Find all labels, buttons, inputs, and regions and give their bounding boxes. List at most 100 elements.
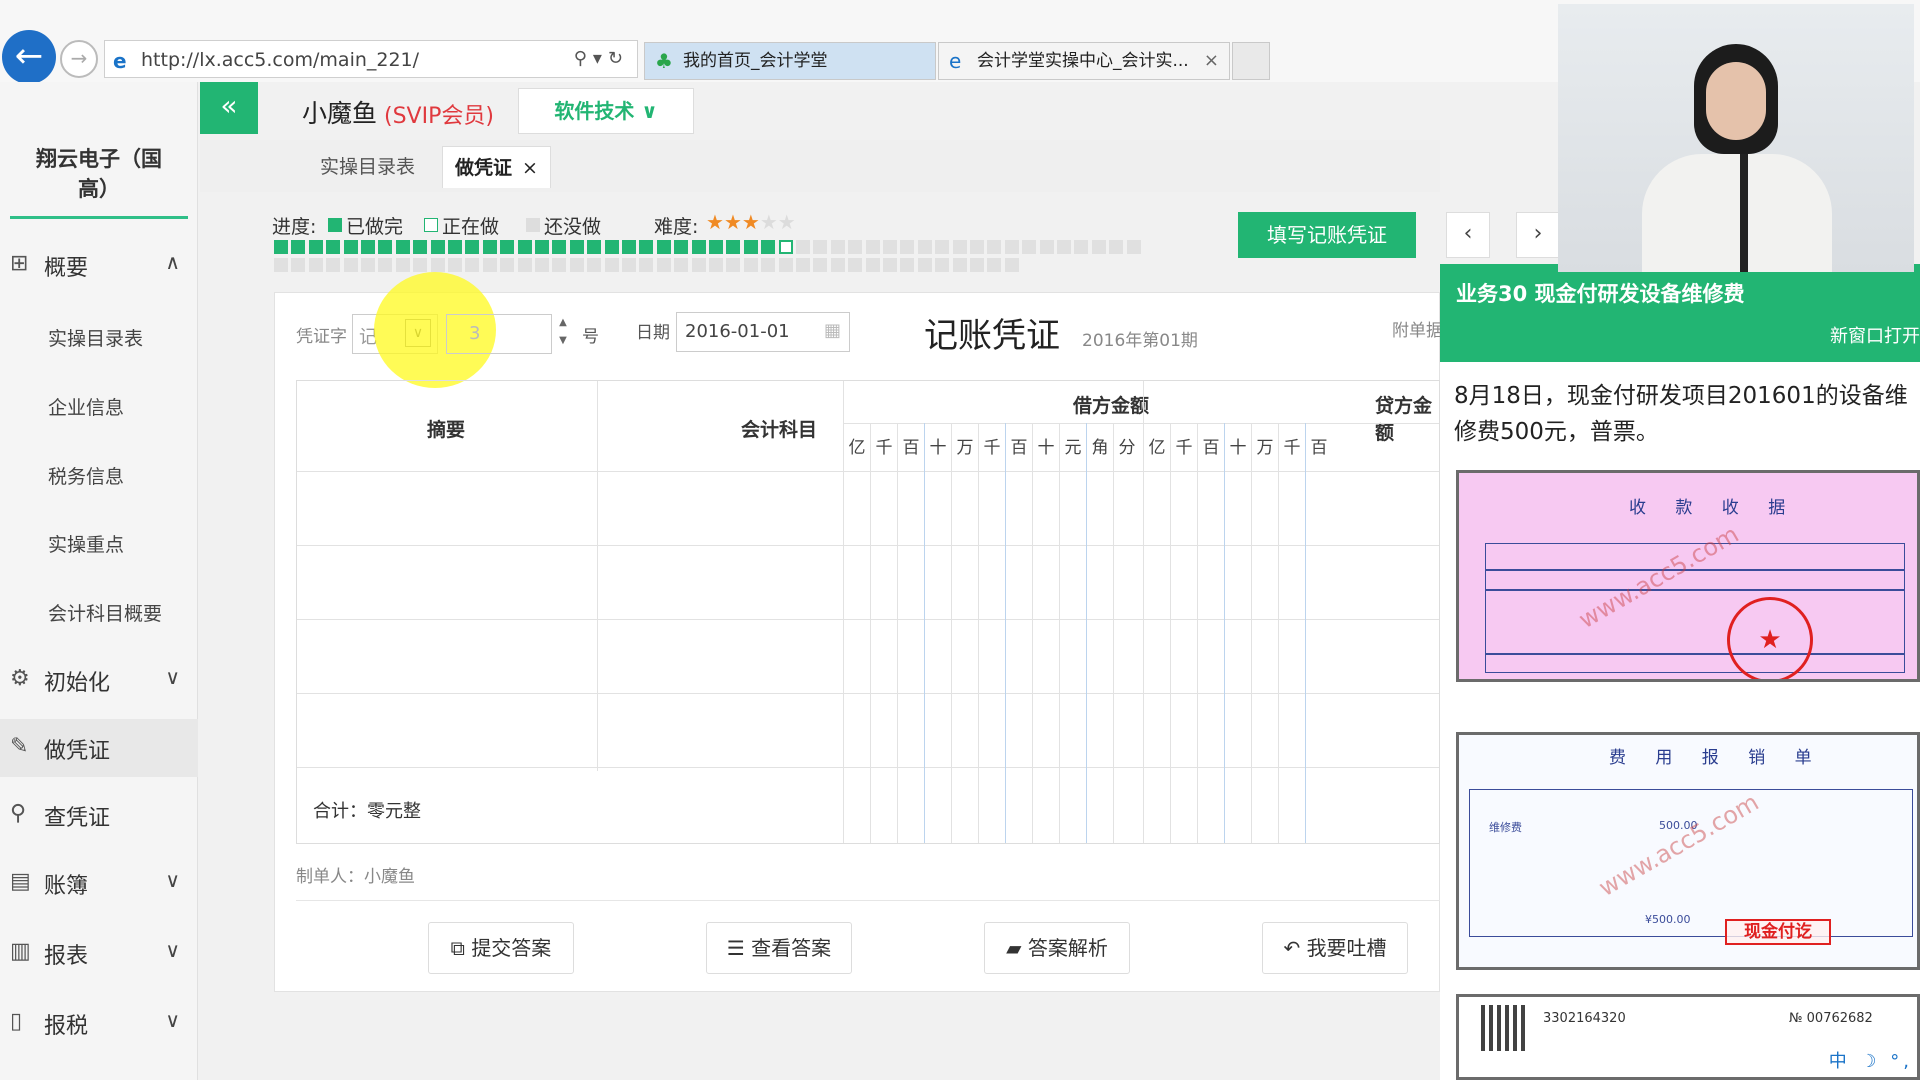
sidebar-item-overview[interactable]: ⊞ 概要 ∧ [0,236,198,294]
progress-cell[interactable] [1057,240,1071,254]
progress-cell[interactable] [709,240,723,254]
progress-cell[interactable] [639,240,654,254]
sidebar-item-make-voucher[interactable]: ✎ 做凭证 [0,719,198,777]
progress-cell[interactable] [430,240,445,254]
progress-cell[interactable] [830,240,845,254]
progress-cell[interactable] [1004,258,1019,272]
progress-cell[interactable] [1091,240,1106,254]
sidebar-item-reports[interactable]: ▥ 报表 ∨ [0,924,198,982]
sidebar-subitem-catalog[interactable]: 实操目录表 [48,324,143,351]
progress-cell[interactable] [361,240,375,254]
progress-cell[interactable] [604,258,619,272]
progress-cell[interactable] [395,240,410,254]
progress-cell[interactable] [308,240,323,254]
sidebar-subitem-key-points[interactable]: 实操重点 [48,530,124,557]
prev-task-button[interactable]: ‹ [1446,212,1490,258]
progress-cell[interactable] [709,258,723,272]
address-bar[interactable]: e http://lx.acc5.com/main_221/ ⚲▾↻ [104,40,638,78]
progress-cell[interactable] [691,258,706,272]
collapse-sidebar-button[interactable]: « [200,82,258,134]
progress-cell[interactable] [482,258,497,272]
progress-cell[interactable] [413,258,428,272]
sidebar-item-query-voucher[interactable]: ⚲ 查凭证 [0,786,198,844]
url-text[interactable]: http://lx.acc5.com/main_221/ [141,49,419,71]
progress-cell[interactable] [517,258,532,272]
progress-cell[interactable] [569,240,584,254]
progress-cell[interactable] [326,258,341,272]
progress-cell[interactable] [761,240,776,254]
progress-cell[interactable] [343,258,358,272]
progress-cell[interactable] [830,258,845,272]
progress-cell[interactable] [378,258,393,272]
progress-cell[interactable] [274,258,288,272]
browser-tab-practice[interactable]: e 会计学堂实操中心_会计实... × [938,42,1230,80]
tab-catalog[interactable]: 实操目录表 [308,146,427,188]
back-arrow-icon[interactable]: ← [2,30,56,84]
progress-cell[interactable] [482,240,497,254]
answer-analysis-button[interactable]: ▰ 答案解析 [984,922,1130,974]
progress-cell[interactable] [1109,240,1124,254]
progress-cell[interactable] [917,240,932,254]
fill-voucher-button[interactable]: 填写记账凭证 [1238,212,1416,258]
progress-cell[interactable] [587,258,602,272]
progress-cell[interactable] [1126,240,1141,254]
progress-cell[interactable] [778,258,793,272]
progress-cell[interactable] [900,258,915,272]
progress-cell[interactable] [674,240,689,254]
progress-cell[interactable] [517,240,532,254]
progress-cell[interactable] [291,258,306,272]
progress-cell[interactable] [622,240,636,254]
progress-cell[interactable] [274,240,288,254]
progress-cell[interactable] [726,258,741,272]
progress-cell[interactable] [813,240,828,254]
progress-cell[interactable] [552,240,567,254]
feedback-button[interactable]: ↶ 我要吐槽 [1262,922,1408,974]
sidebar-item-tax-filing[interactable]: ▯ 报税 ∨ [0,994,198,1052]
progress-cell[interactable] [395,258,410,272]
progress-cell[interactable] [952,240,967,254]
progress-cell[interactable] [326,240,341,254]
number-stepper[interactable]: ▲ ▼ [552,314,574,354]
expense-report-image[interactable]: 费 用 报 销 单 维修费 500.00 ¥500.00 www.acc5.co… [1456,732,1920,970]
progress-cell[interactable] [361,258,375,272]
progress-cell[interactable] [935,240,950,254]
progress-cell[interactable] [587,240,602,254]
invoice-image[interactable]: 3302164320 № 00762682 中 ☽ °, [1456,994,1920,1080]
progress-cell[interactable] [848,240,863,254]
browser-tab-home[interactable]: ♣ 我的首页_会计学堂 [644,42,936,80]
progress-cell[interactable] [622,258,636,272]
sidebar-item-init[interactable]: ⚙ 初始化 ∨ [0,651,198,709]
progress-cell[interactable] [639,258,654,272]
progress-cell[interactable] [743,258,758,272]
progress-cell[interactable] [883,240,897,254]
open-new-window-link[interactable]: 新窗口打开 [1830,322,1920,348]
calendar-icon[interactable]: ▦ [824,320,841,341]
progress-cell[interactable] [970,258,984,272]
progress-cell[interactable] [378,240,393,254]
progress-cell[interactable] [865,258,880,272]
sidebar-subitem-accounts-overview[interactable]: 会计科目概要 [48,599,162,626]
progress-cell[interactable] [308,258,323,272]
progress-cell[interactable] [743,240,758,254]
progress-cell[interactable] [883,258,897,272]
receipt-image[interactable]: 收 款 收 据 www.acc5.com ★ [1456,470,1920,682]
sidebar-item-ledger[interactable]: ▤ 账簿 ∨ [0,854,198,912]
submit-answer-button[interactable]: ⧉ 提交答案 [428,922,574,974]
progress-cell[interactable] [500,240,515,254]
progress-cell[interactable] [604,240,619,254]
progress-cell[interactable] [448,240,462,254]
date-input[interactable]: 2016-01-01 ▦ [676,312,850,352]
progress-cell[interactable] [987,258,1002,272]
progress-cell[interactable] [796,258,810,272]
progress-cell[interactable] [761,258,776,272]
sidebar-subitem-tax-info[interactable]: 税务信息 [48,462,124,489]
progress-cell[interactable] [796,240,810,254]
progress-cell[interactable] [430,258,445,272]
progress-cell[interactable] [291,240,306,254]
new-tab-button[interactable] [1232,42,1270,80]
view-answer-button[interactable]: ☰ 查看答案 [706,922,852,974]
progress-cell[interactable] [917,258,932,272]
progress-cell[interactable] [413,240,428,254]
progress-cell[interactable] [465,240,480,254]
progress-cell[interactable] [778,240,793,254]
